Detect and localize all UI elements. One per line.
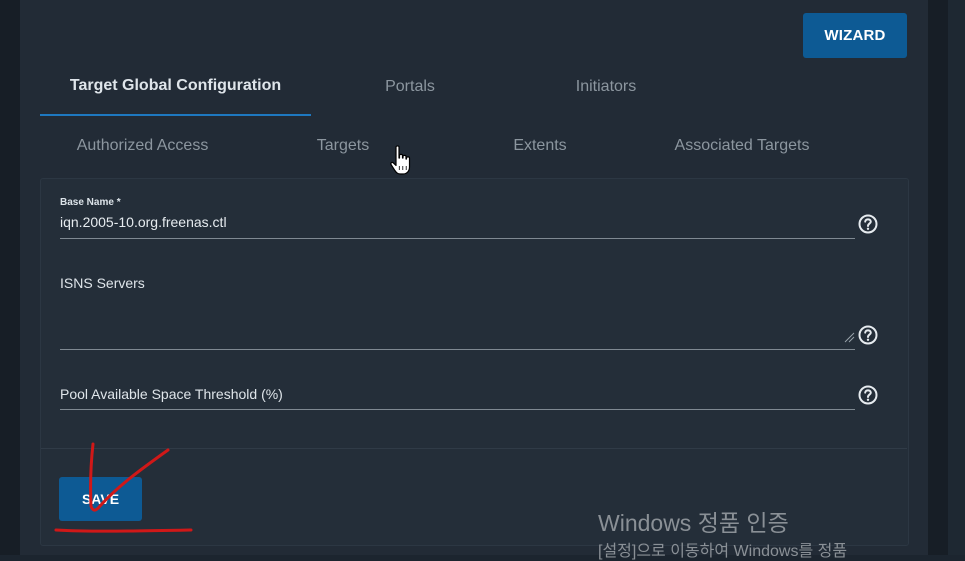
wizard-button[interactable]: WIZARD [803, 13, 907, 58]
help-circle-icon[interactable] [857, 384, 879, 406]
resize-grip-icon[interactable] [843, 331, 855, 343]
isns-servers-textarea[interactable] [60, 349, 855, 350]
tab-associated-targets[interactable]: Associated Targets [652, 126, 832, 166]
tab-initiators[interactable]: Initiators [536, 67, 676, 107]
help-circle-icon[interactable] [857, 324, 879, 346]
tab-extents[interactable]: Extents [480, 126, 600, 166]
help-circle-icon[interactable] [857, 213, 879, 235]
right-edge-panel [948, 0, 965, 555]
base-name-input[interactable]: iqn.2005-10.org.freenas.ctl [60, 214, 227, 230]
form-actions-divider [41, 448, 907, 449]
right-background-strip [928, 0, 948, 555]
hand-pointer-icon [390, 145, 411, 175]
tab-portals[interactable]: Portals [340, 67, 480, 107]
tab-authorized-access[interactable]: Authorized Access [52, 126, 233, 166]
save-button[interactable]: SAVE [59, 477, 142, 521]
windows-activation-watermark: Windows 정품 인증 [598, 510, 789, 536]
windows-activation-subtitle: [설정]으로 이동하여 Windows를 정품 [598, 543, 848, 560]
base-name-underline [60, 238, 855, 239]
tab-targets[interactable]: Targets [283, 126, 403, 166]
pool-threshold-input[interactable]: Pool Available Space Threshold (%) [60, 386, 283, 402]
active-tab-indicator [40, 114, 311, 116]
isns-servers-label: ISNS Servers [60, 275, 145, 291]
pool-threshold-underline [60, 409, 855, 410]
left-background-strip [0, 0, 20, 555]
base-name-label: Base Name * [60, 197, 121, 208]
tab-target-global-configuration[interactable]: Target Global Configuration [40, 66, 311, 106]
global-config-form [40, 178, 909, 546]
